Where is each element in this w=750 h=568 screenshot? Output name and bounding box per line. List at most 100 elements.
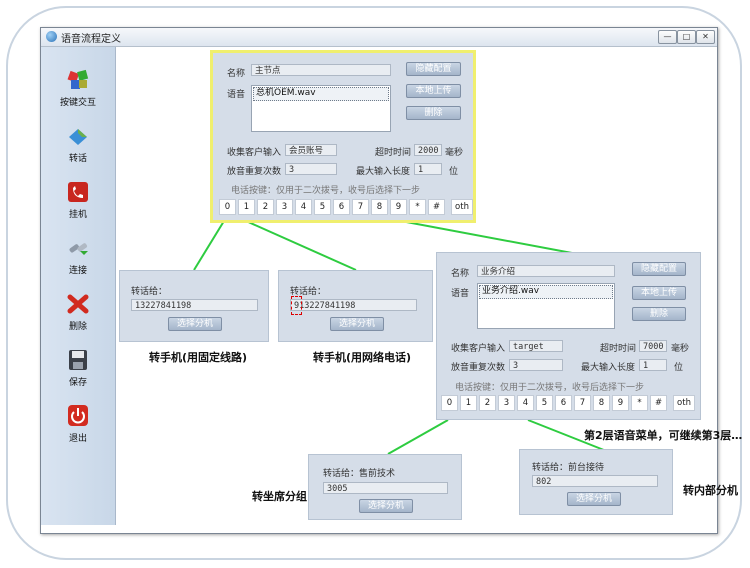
name-field[interactable]: 业务介绍	[477, 265, 615, 277]
collect-label: 收集客户输入	[451, 344, 506, 354]
transfer-node-landline[interactable]: 转话给： 13227841198 选择分机	[119, 270, 269, 342]
main-node-panel[interactable]: 名称 主节点 隐藏配置 语音 总机OEM.wav 本地上传 删除 收集客户输入 …	[210, 50, 476, 223]
name-label: 名称	[451, 269, 470, 279]
select-extension-button[interactable]: 选择分机	[567, 492, 621, 506]
sidebar-item-label: 退出	[68, 434, 87, 444]
timeout-field[interactable]: 2000	[414, 144, 442, 156]
keypad-key[interactable]: 3	[276, 199, 293, 215]
delete-voice-button[interactable]: 删除	[406, 106, 461, 120]
keypad: 0 1 2 3 4 5 6 7 8 9 * # oth	[219, 199, 475, 215]
repeat-field[interactable]: 3	[509, 359, 563, 371]
keypad-key[interactable]: 9	[390, 199, 407, 215]
maxlen-field[interactable]: 1	[639, 359, 667, 371]
voice-label: 语音	[451, 289, 470, 299]
keypad-key[interactable]: 1	[460, 395, 477, 411]
keypad-key[interactable]: 4	[517, 395, 534, 411]
timeout-field[interactable]: 7000	[639, 340, 667, 352]
keypad-hint: 电话按键：仅用于二次拨号，收号后选择下一步	[231, 186, 421, 196]
select-extension-button[interactable]: 选择分机	[330, 317, 384, 331]
transfer-label: 转话给：前台接待	[532, 463, 605, 473]
transfer-number-field[interactable]: 802	[532, 475, 658, 487]
keypad-key-other[interactable]: oth	[451, 199, 473, 215]
connect-icon	[66, 237, 90, 259]
voice-list[interactable]: 业务介绍.wav	[477, 283, 615, 329]
sidebar-item-label: 保存	[68, 378, 87, 388]
maxlen-unit: 位	[449, 167, 459, 177]
keypad-key[interactable]: 3	[498, 395, 515, 411]
keypad-key[interactable]: 1	[238, 199, 255, 215]
caption-internal-ext: 转内部分机	[683, 484, 738, 497]
keypad-key[interactable]: #	[650, 395, 667, 411]
keypad-key[interactable]: 7	[574, 395, 591, 411]
transfer-number-field[interactable]: 13227841198	[131, 299, 258, 311]
keypad-key[interactable]: 8	[593, 395, 610, 411]
keypad-key[interactable]: 2	[257, 199, 274, 215]
app-icon	[46, 31, 57, 42]
sidebar-item-label: 删除	[68, 322, 87, 332]
keypad-key[interactable]: #	[428, 199, 445, 215]
keypad-key[interactable]: 2	[479, 395, 496, 411]
transfer-number-field[interactable]: 3005	[323, 482, 448, 494]
collect-label: 收集客户输入	[227, 148, 282, 158]
transfer-node-internal-ext[interactable]: 转话给：前台接待 802 选择分机	[519, 449, 673, 515]
select-extension-button[interactable]: 选择分机	[168, 317, 222, 331]
collect-field[interactable]: 会员账号	[285, 144, 337, 156]
flow-definition-window: 语音流程定义 — □ ✕ 按键交互 转话 挂机 连接 删除 保存 退出 名称 主…	[40, 27, 742, 534]
keypad-key[interactable]: 5	[536, 395, 553, 411]
sidebar-item-label: 连接	[68, 266, 87, 276]
keypad: 0 1 2 3 4 5 6 7 8 9 * # oth	[441, 395, 697, 411]
voice-list[interactable]: 总机OEM.wav	[251, 85, 391, 132]
keypad-key[interactable]: *	[409, 199, 426, 215]
hide-config-button[interactable]: 隐藏配置	[632, 262, 686, 276]
maxlen-field[interactable]: 1	[414, 163, 442, 175]
keypad-key[interactable]: 6	[555, 395, 572, 411]
local-upload-button[interactable]: 本地上传	[406, 84, 461, 98]
delete-voice-button[interactable]: 删除	[632, 307, 686, 321]
select-extension-button[interactable]: 选择分机	[359, 499, 413, 513]
keypad-key[interactable]: 4	[295, 199, 312, 215]
sidebar-item-save[interactable]: 保存	[41, 349, 115, 388]
keypad-key[interactable]: 6	[333, 199, 350, 215]
keypad-key[interactable]: 5	[314, 199, 331, 215]
exit-icon	[66, 405, 90, 427]
name-field[interactable]: 主节点	[251, 64, 391, 76]
keypad-hint: 电话按键：仅用于二次拨号，收号后选择下一步	[455, 383, 645, 393]
hang-up-icon	[66, 181, 90, 203]
save-icon	[66, 349, 90, 371]
minimize-button[interactable]: —	[658, 30, 677, 44]
transfer-icon	[66, 125, 90, 147]
text-cursor-marker	[291, 296, 302, 315]
transfer-node-agent-group[interactable]: 转话给：售前技术 3005 选择分机	[308, 454, 462, 520]
toolbar-sidebar: 按键交互 转话 挂机 连接 删除 保存 退出	[41, 47, 116, 525]
transfer-label: 转话给：售前技术	[323, 469, 396, 479]
sidebar-item-delete[interactable]: 删除	[41, 293, 115, 332]
timeout-label: 超时时间	[375, 148, 412, 158]
sidebar-item-hang-up[interactable]: 挂机	[41, 181, 115, 220]
window-title: 语音流程定义	[61, 34, 121, 45]
sidebar-item-label: 转话	[68, 154, 87, 164]
close-button[interactable]: ✕	[696, 30, 715, 44]
keypad-key[interactable]: 0	[441, 395, 458, 411]
transfer-node-voip[interactable]: 转话给： 913227841198 选择分机	[278, 270, 433, 342]
sidebar-item-transfer[interactable]: 转话	[41, 125, 115, 164]
hide-config-button[interactable]: 隐藏配置	[406, 62, 461, 76]
sidebar-item-connect[interactable]: 连接	[41, 237, 115, 276]
keypad-key[interactable]: 7	[352, 199, 369, 215]
repeat-field[interactable]: 3	[285, 163, 337, 175]
sidebar-item-key-interaction[interactable]: 按键交互	[41, 69, 115, 108]
collect-field[interactable]: target	[509, 340, 563, 352]
keypad-key[interactable]: 8	[371, 199, 388, 215]
second-level-node-panel[interactable]: 名称 业务介绍 隐藏配置 语音 业务介绍.wav 本地上传 删除 收集客户输入 …	[436, 252, 701, 420]
transfer-number-field[interactable]: 913227841198	[290, 299, 417, 311]
voice-list-item[interactable]: 总机OEM.wav	[253, 87, 389, 101]
keypad-key-other[interactable]: oth	[673, 395, 695, 411]
delete-icon	[66, 293, 90, 315]
voice-list-item[interactable]: 业务介绍.wav	[479, 285, 613, 299]
local-upload-button[interactable]: 本地上传	[632, 286, 686, 300]
keypad-key[interactable]: 0	[219, 199, 236, 215]
title-bar: 语音流程定义 — □ ✕	[41, 28, 717, 47]
sidebar-item-exit[interactable]: 退出	[41, 405, 115, 444]
keypad-key[interactable]: 9	[612, 395, 629, 411]
maximize-button[interactable]: □	[677, 30, 696, 44]
keypad-key[interactable]: *	[631, 395, 648, 411]
